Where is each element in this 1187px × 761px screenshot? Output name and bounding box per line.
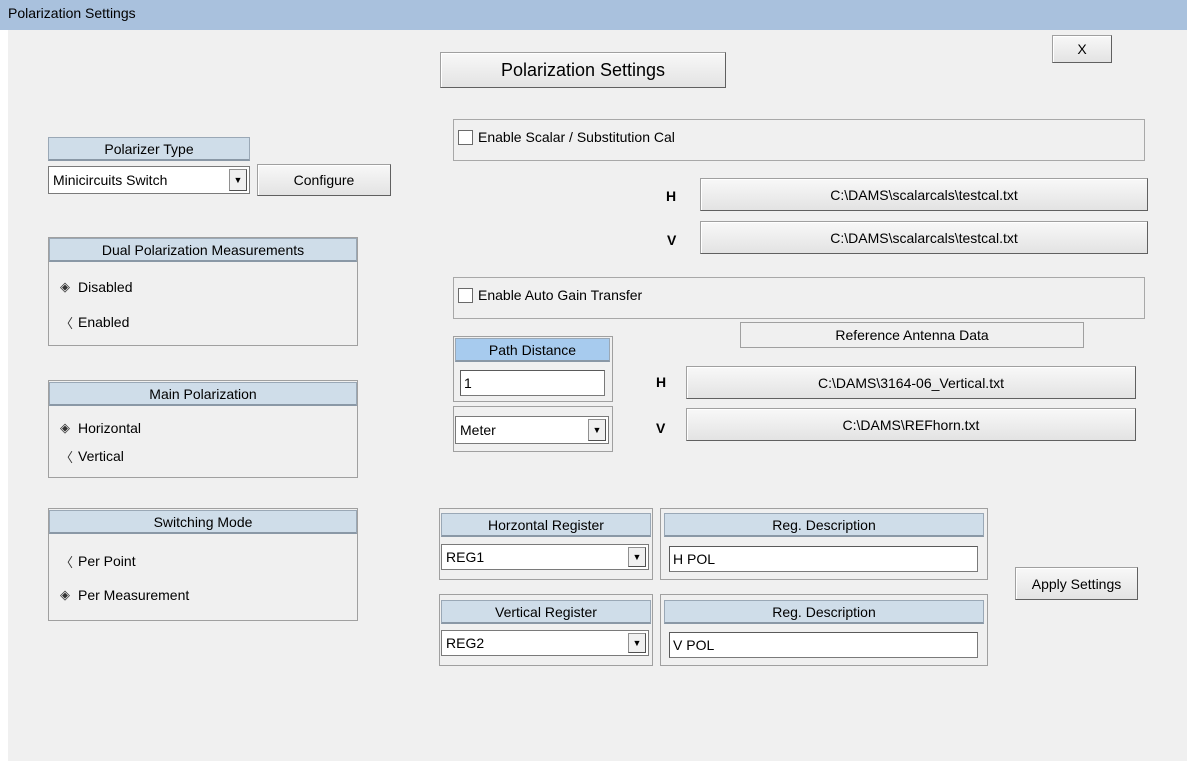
- vertical-desc-header: Reg. Description: [664, 600, 984, 624]
- unit-select[interactable]: Meter ▼: [455, 416, 609, 444]
- horizontal-desc-header: Reg. Description: [664, 513, 984, 537]
- vertical-register-header: Vertical Register: [441, 600, 651, 624]
- chevron-down-icon[interactable]: ▼: [628, 547, 646, 567]
- radio-selected-icon: ◈: [60, 420, 70, 435]
- radio-per-point[interactable]: 〈 Per Point: [60, 551, 260, 571]
- window-titlebar: Polarization Settings: [0, 0, 1187, 30]
- reference-antenna-label: Reference Antenna Data: [740, 322, 1084, 348]
- switching-mode-header: Switching Mode: [49, 510, 357, 534]
- auto-gain-checkbox[interactable]: Enable Auto Gain Transfer: [458, 285, 642, 305]
- radio-horizontal[interactable]: ◈ Horizontal: [60, 418, 260, 438]
- scalar-v-file-button[interactable]: C:\DAMS\scalarcals\testcal.txt: [700, 221, 1148, 254]
- checkbox-icon[interactable]: [458, 129, 473, 145]
- scalar-cal-checkbox[interactable]: Enable Scalar / Substitution Cal: [458, 127, 675, 147]
- chevron-down-icon[interactable]: ▼: [628, 633, 646, 653]
- vertical-register-select[interactable]: REG2 ▼: [441, 630, 649, 656]
- radio-selected-icon: ◈: [60, 587, 70, 602]
- radio-unselected-icon: 〈: [60, 554, 74, 570]
- page-title: Polarization Settings: [440, 52, 726, 88]
- apply-settings-button[interactable]: Apply Settings: [1015, 567, 1138, 600]
- window-title: Polarization Settings: [8, 5, 136, 21]
- radio-per-measurement[interactable]: ◈ Per Measurement: [60, 585, 280, 605]
- path-distance-header: Path Distance: [455, 338, 610, 362]
- chevron-down-icon[interactable]: ▼: [229, 169, 247, 191]
- radio-unselected-icon: 〈: [60, 449, 74, 465]
- close-button[interactable]: X: [1052, 35, 1112, 63]
- radio-enabled[interactable]: 〈 Enabled: [60, 312, 260, 332]
- checkbox-icon[interactable]: [458, 287, 473, 303]
- close-label: X: [1077, 41, 1087, 57]
- chevron-down-icon[interactable]: ▼: [588, 419, 606, 441]
- ref-h-file-button[interactable]: C:\DAMS\3164-06_Vertical.txt: [686, 366, 1136, 399]
- dual-polarization-header: Dual Polarization Measurements: [49, 238, 357, 262]
- radio-disabled[interactable]: ◈ Disabled: [60, 277, 260, 297]
- configure-button[interactable]: Configure: [257, 164, 391, 196]
- radio-unselected-icon: 〈: [60, 315, 74, 331]
- main-polarization-header: Main Polarization: [49, 382, 357, 406]
- horizontal-register-header: Horzontal Register: [441, 513, 651, 537]
- horizontal-register-select[interactable]: REG1 ▼: [441, 544, 649, 570]
- scalar-v-label: V: [667, 232, 677, 248]
- horizontal-desc-input[interactable]: H POL: [669, 546, 978, 572]
- polarizer-type-header: Polarizer Type: [48, 137, 250, 161]
- scalar-h-label: H: [666, 188, 677, 204]
- ref-h-label: H: [656, 374, 667, 390]
- ref-v-label: V: [656, 420, 666, 436]
- vertical-desc-input[interactable]: V POL: [669, 632, 978, 658]
- ref-v-file-button[interactable]: C:\DAMS\REFhorn.txt: [686, 408, 1136, 441]
- radio-vertical[interactable]: 〈 Vertical: [60, 446, 260, 466]
- path-distance-input[interactable]: 1: [460, 370, 605, 396]
- polarizer-type-select[interactable]: Minicircuits Switch ▼: [48, 166, 250, 194]
- radio-selected-icon: ◈: [60, 279, 70, 294]
- scalar-h-file-button[interactable]: C:\DAMS\scalarcals\testcal.txt: [700, 178, 1148, 211]
